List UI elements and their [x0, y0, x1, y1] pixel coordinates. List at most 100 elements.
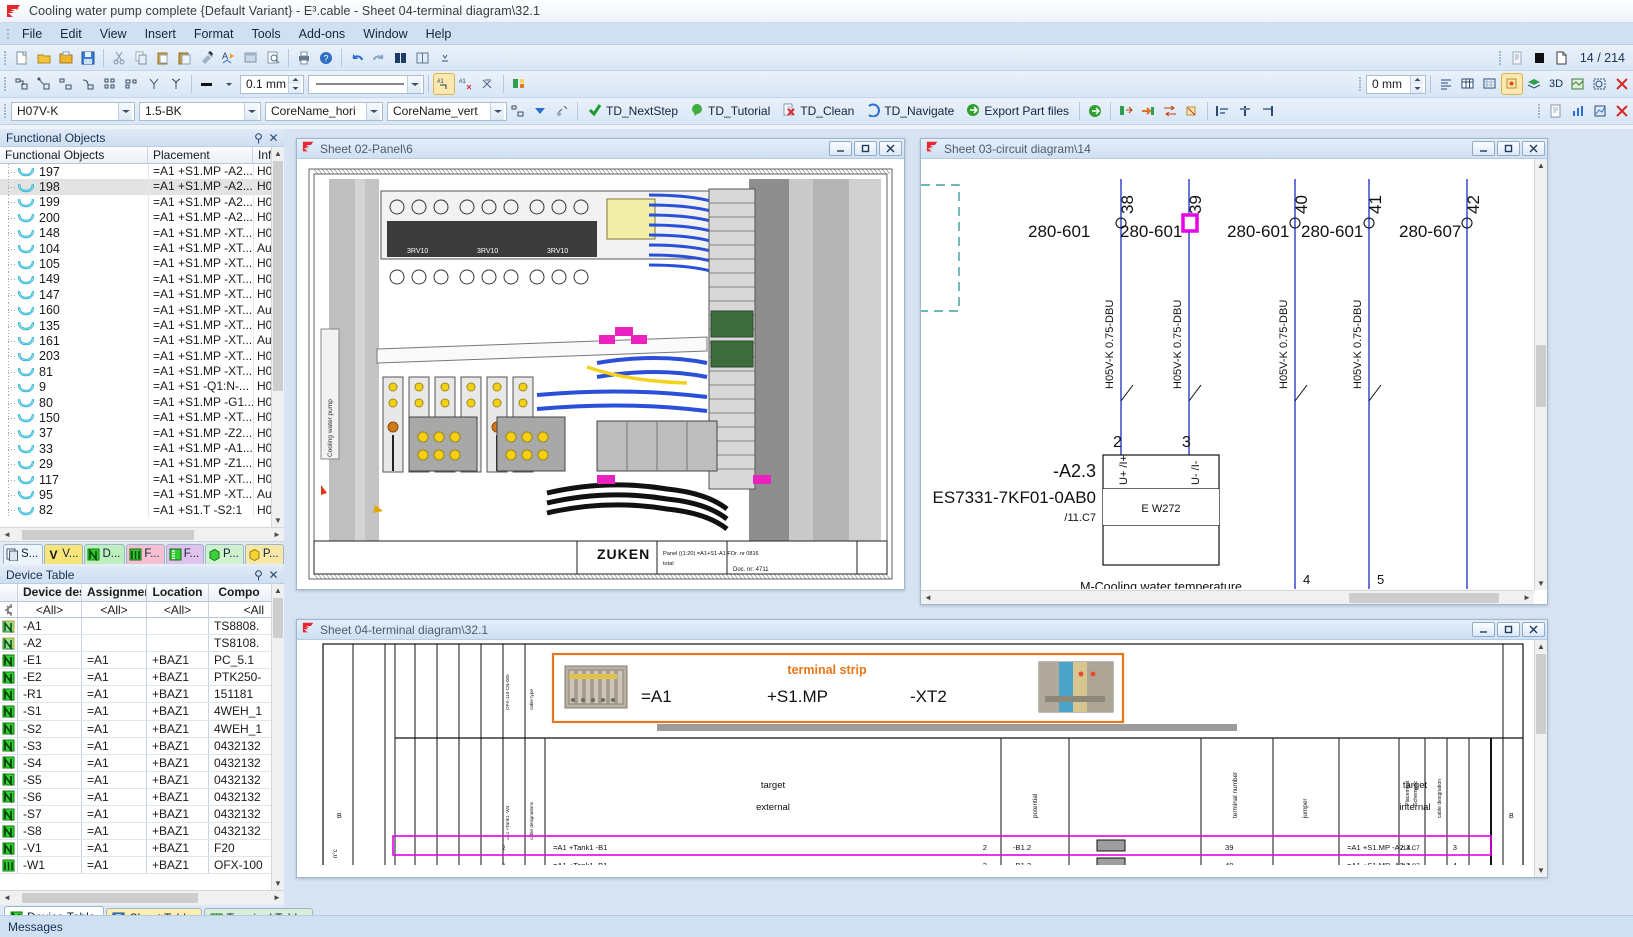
offset-spinner[interactable] — [1410, 76, 1423, 93]
device-table-row[interactable]: -R1=A1+BAZ1151181 — [0, 686, 284, 703]
functional-object-row[interactable]: 150=A1 +S1.MP -XT...H05 — [0, 410, 284, 425]
functional-object-row[interactable]: 200=A1 +S1.MP -A2...H05 — [0, 210, 284, 225]
export-part-files-button[interactable]: Export Part files — [960, 100, 1075, 122]
menu-window[interactable]: Window — [354, 25, 416, 43]
copy-icon[interactable] — [130, 47, 152, 69]
gear-icon[interactable] — [0, 602, 18, 617]
pin-swap-icon[interactable] — [1159, 100, 1181, 122]
scroll-up-icon[interactable]: ▲ — [1535, 640, 1547, 653]
cut-icon[interactable] — [108, 47, 130, 69]
menu-format[interactable]: Format — [185, 25, 243, 43]
scroll-up-icon[interactable]: ▲ — [1535, 159, 1547, 172]
delete-red-icon[interactable] — [1611, 73, 1633, 95]
pin-icon[interactable]: ⚲ — [251, 567, 266, 582]
wire-size-combo[interactable]: 1.5-BK — [139, 102, 261, 121]
device-table-row[interactable]: -E2=A1+BAZ1PTK250- — [0, 669, 284, 686]
functional-object-row[interactable]: 199=A1 +S1.MP -A2...H05 — [0, 195, 284, 210]
functional-objects-vscrollbar[interactable]: ▲ ▼ — [271, 147, 284, 527]
toolbar-overflow-1[interactable] — [434, 47, 456, 69]
functional-objects-hscrollbar[interactable]: ◄ ► — [0, 527, 284, 541]
scroll-down-icon[interactable]: ▼ — [1535, 864, 1547, 877]
corename-hori-combo[interactable]: CoreName_hori — [265, 102, 383, 121]
circuit-diagram-canvas[interactable]: 38 39 40 41 42 280-601 280-601 280-601 2… — [921, 159, 1547, 604]
circuit-diagram-window[interactable]: Sheet 03-circuit diagram\14 — [920, 138, 1548, 605]
page-black-icon[interactable] — [1528, 47, 1550, 69]
scroll-up-icon[interactable]: ▲ — [272, 147, 284, 160]
column-header-placement[interactable]: Placement — [148, 147, 253, 163]
functional-object-row[interactable]: 82=A1 +S1.T -S2:1H05 — [0, 503, 284, 518]
wire-type-combo[interactable]: H07V-K — [11, 102, 135, 121]
close-icon[interactable]: ✕ — [266, 130, 281, 145]
scroll-thumb[interactable] — [1349, 593, 1499, 603]
panel-tab-sheets[interactable]: S... — [3, 544, 43, 564]
tools-extra-icon[interactable] — [1084, 100, 1106, 122]
panel-tab-parts[interactable]: P... — [205, 544, 244, 564]
connect-pins-icon[interactable] — [508, 73, 530, 95]
functional-object-row[interactable]: 149=A1 +S1.MP -XT...H05 — [0, 272, 284, 287]
panel-tab-formboard[interactable]: F... — [166, 544, 204, 564]
toolbar-grip-3[interactable] — [2, 102, 10, 120]
number-start-icon[interactable]: #1 — [433, 73, 455, 95]
scroll-track[interactable] — [14, 892, 270, 904]
maximize-button[interactable] — [1497, 622, 1520, 637]
functional-object-row[interactable]: 104=A1 +S1.MP -XT...Auto — [0, 241, 284, 256]
device-table-row[interactable]: -A2TS8108. — [0, 635, 284, 652]
chart2-icon[interactable] — [1589, 100, 1611, 122]
scroll-thumb[interactable] — [1536, 345, 1546, 407]
td-nextstep-button[interactable]: TD_NextStep — [582, 100, 684, 122]
scroll-down-icon[interactable]: ▼ — [272, 514, 284, 527]
filter-assignment[interactable]: <All> — [82, 602, 147, 617]
distribute-icon[interactable] — [121, 73, 143, 95]
menu-tools[interactable]: Tools — [242, 25, 289, 43]
scroll-left-icon[interactable]: ◄ — [921, 593, 935, 602]
functional-object-row[interactable]: 81=A1 +S1.MP -XT...H07 — [0, 364, 284, 379]
panel-tab-variants[interactable]: VV... — [44, 544, 83, 564]
scroll-left-icon[interactable]: ◄ — [0, 530, 14, 539]
pin-route-icon[interactable] — [1137, 100, 1159, 122]
place-object-icon[interactable] — [11, 73, 33, 95]
panel-tab-devices[interactable]: D... — [84, 544, 125, 564]
place-route-icon[interactable] — [77, 73, 99, 95]
td-tutorial-button[interactable]: TD_Tutorial — [684, 100, 776, 122]
device-table-row[interactable]: -S5=A1+BAZ10432132 — [0, 772, 284, 789]
pin-icon[interactable]: ⚲ — [251, 130, 266, 145]
functional-object-row[interactable]: 95=A1 +S1.MP -XT...Auto — [0, 487, 284, 502]
chevron-down-icon[interactable] — [244, 103, 258, 120]
terminal-diagram-window[interactable]: Sheet 04-terminal diagram\32.1 — [296, 619, 1548, 878]
report-icon[interactable] — [1545, 100, 1567, 122]
chevron-down-icon[interactable] — [490, 103, 504, 120]
format-painter-icon[interactable] — [196, 47, 218, 69]
open-project-icon[interactable] — [55, 47, 77, 69]
functional-object-row[interactable]: 117=A1 +S1.MP -XT...H05 — [0, 472, 284, 487]
minimize-button[interactable] — [1472, 622, 1495, 637]
scroll-down-icon[interactable]: ▼ — [272, 877, 284, 890]
functional-object-row[interactable]: 161=A1 +S1.MP -XT...Auto — [0, 333, 284, 348]
terminal-diagram-canvas[interactable]: OFX-110-CN-005 cable type =A1 +Tank1 -W4… — [297, 640, 1547, 877]
core-tools-icon[interactable] — [551, 100, 573, 122]
device-table-row[interactable]: -A1TS8808. — [0, 618, 284, 635]
scroll-thumb[interactable] — [22, 530, 194, 540]
scroll-thumb[interactable] — [22, 893, 198, 903]
panel-tab-functional[interactable]: F... — [126, 544, 164, 564]
chevron-down-icon[interactable] — [407, 76, 421, 93]
circuit-hscrollbar[interactable]: ◄ ► — [921, 590, 1534, 604]
pin-assign-icon[interactable] — [1115, 100, 1137, 122]
functional-object-row[interactable]: 160=A1 +S1.MP -XT...Auto — [0, 303, 284, 318]
help-icon[interactable]: ? — [315, 47, 337, 69]
chart-icon[interactable] — [1567, 100, 1589, 122]
device-table-row[interactable]: -S7=A1+BAZ10432132 — [0, 806, 284, 823]
menu-file[interactable]: File — [13, 25, 51, 43]
number-remove-icon[interactable]: #1 — [455, 73, 477, 95]
close-icon[interactable]: ✕ — [266, 567, 281, 582]
menu-edit[interactable]: Edit — [51, 25, 91, 43]
toolbar-grip-1b[interactable] — [1497, 49, 1505, 67]
functional-object-row[interactable]: 105=A1 +S1.MP -XT...H05 — [0, 256, 284, 271]
device-table-row[interactable]: -S1=A1+BAZ14WEH_1 — [0, 703, 284, 720]
export-red-icon[interactable] — [1611, 100, 1633, 122]
column-header-device-designation[interactable]: Device desi — [18, 584, 82, 601]
device-table-row[interactable]: -S8=A1+BAZ10432132 — [0, 823, 284, 840]
scroll-right-icon[interactable]: ► — [1520, 593, 1534, 602]
paste-icon[interactable] — [152, 47, 174, 69]
functional-object-row[interactable]: 80=A1 +S1.MP -G1...H07 — [0, 395, 284, 410]
layers-icon[interactable] — [1523, 73, 1545, 95]
